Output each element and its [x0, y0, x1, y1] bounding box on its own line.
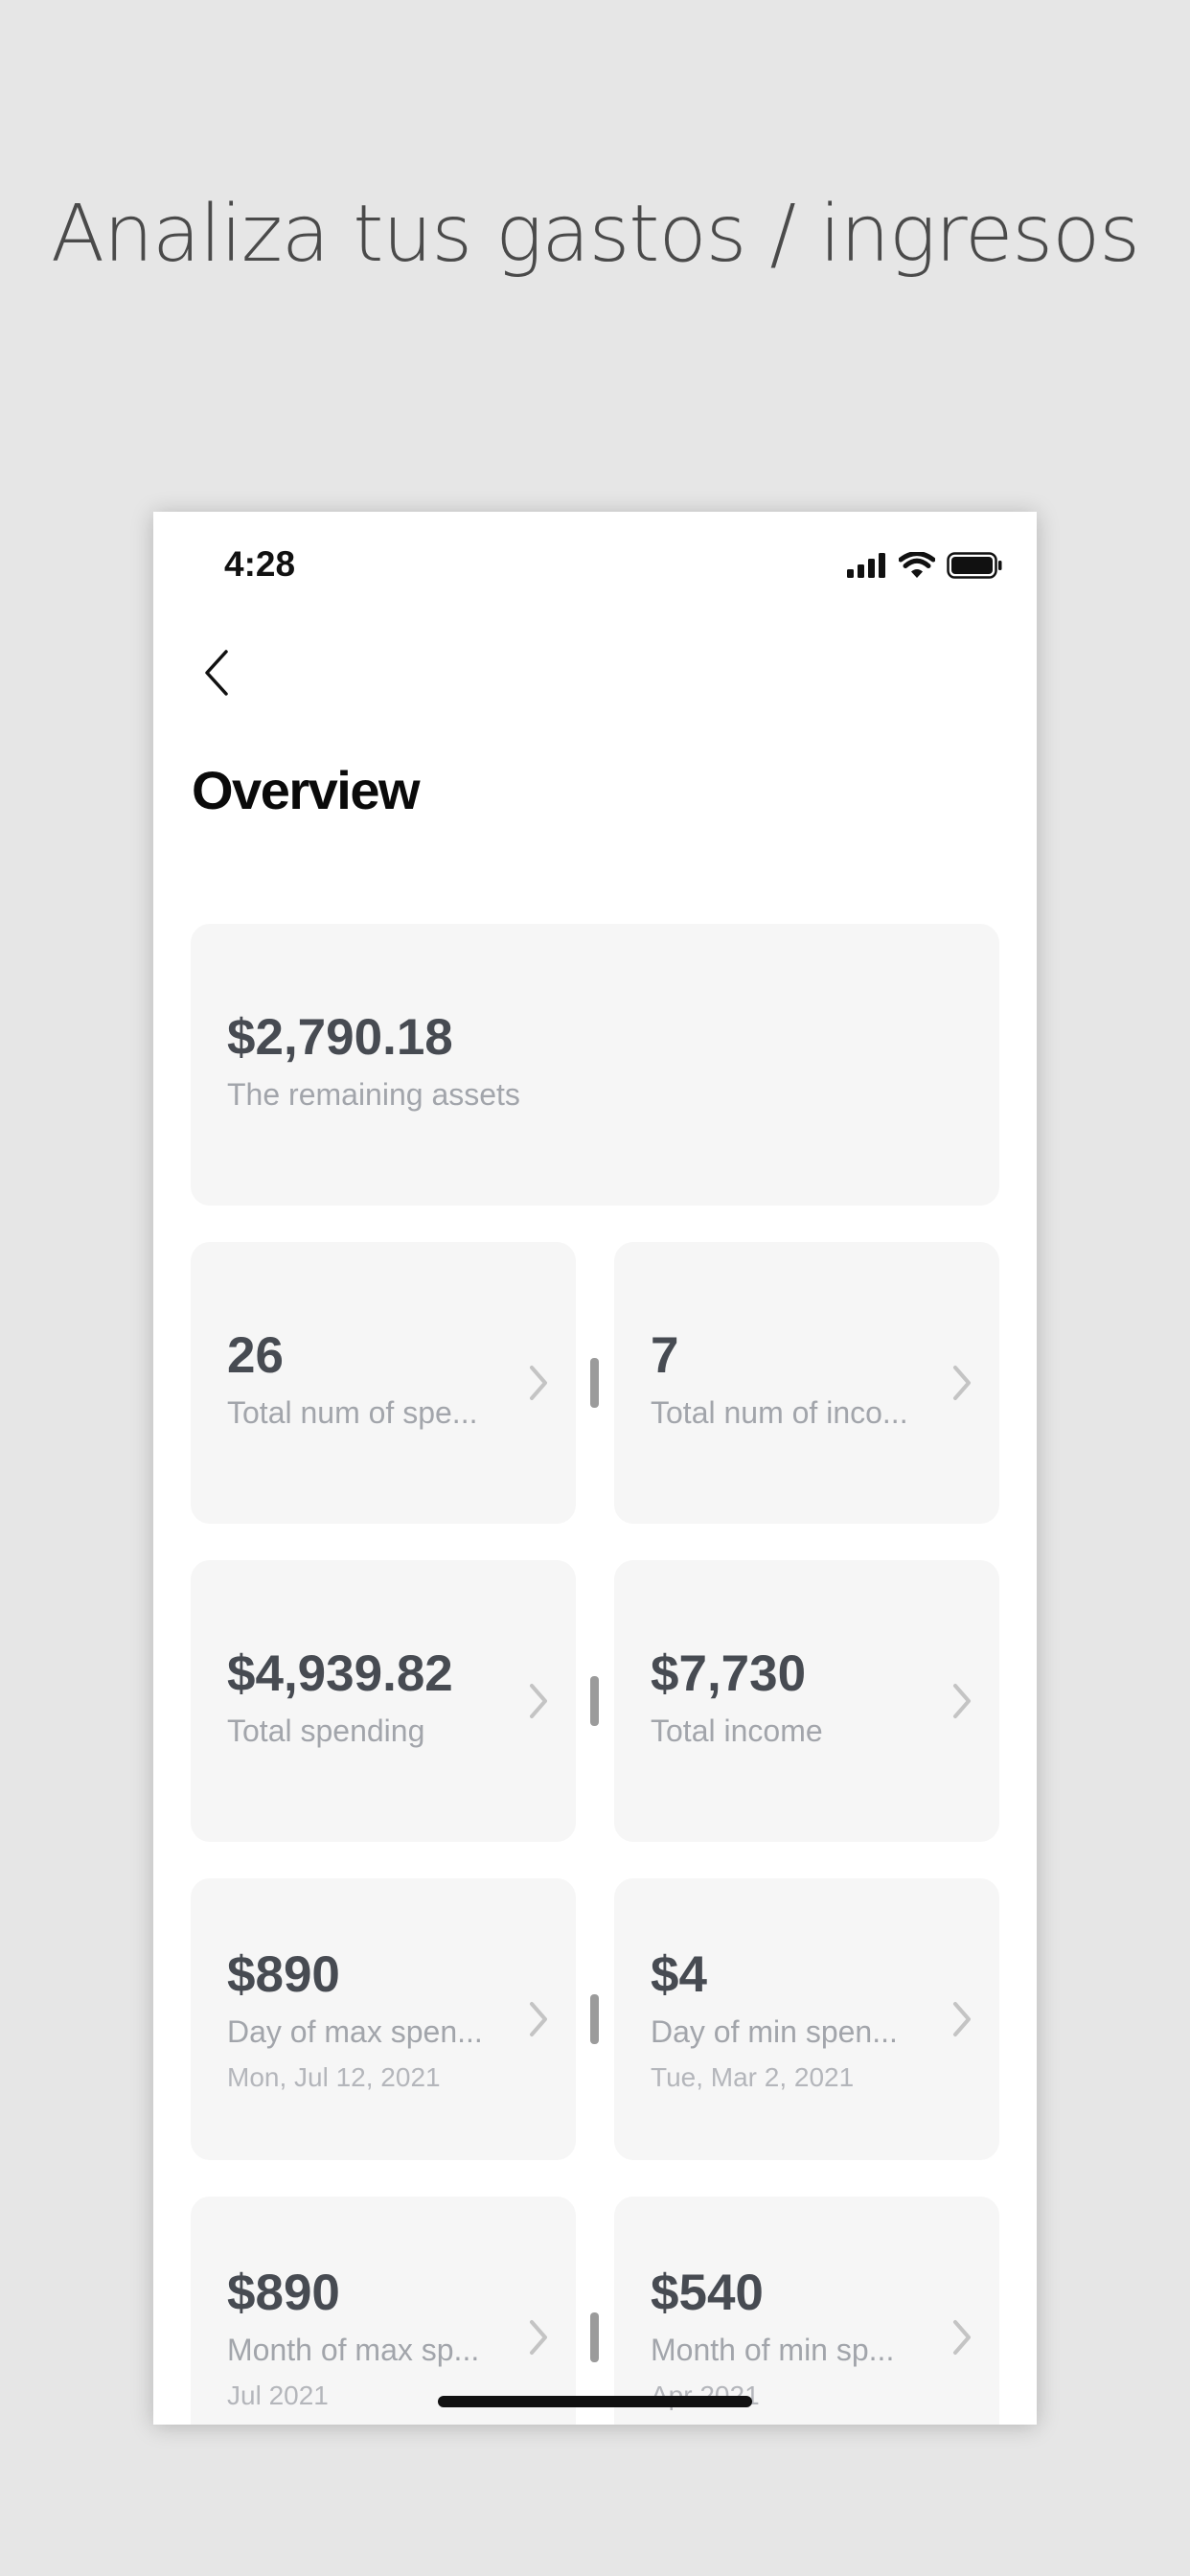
cellular-signal-icon — [847, 553, 885, 578]
card-date: Jul 2021 — [227, 2380, 329, 2410]
card-date: Tue, Mar 2, 2021 — [651, 2062, 855, 2092]
card-date: Mon, Jul 12, 2021 — [227, 2062, 441, 2092]
phone-screen: 4:28 Overview $2,790.18 The remaining as… — [153, 512, 1037, 2425]
drag-handle[interactable] — [590, 2312, 599, 2362]
chevron-right-icon — [953, 1366, 971, 1400]
card-value: $7,730 — [651, 1645, 807, 1702]
chevron-right-icon — [530, 1684, 547, 1718]
card-value: $890 — [227, 2265, 340, 2321]
remaining-assets-label: The remaining assets — [227, 1077, 520, 1112]
page-title: Overview — [192, 760, 421, 820]
back-button[interactable] — [188, 638, 245, 707]
wifi-icon — [899, 552, 935, 578]
card-value: $4,939.82 — [227, 1645, 453, 1702]
card-value: 26 — [227, 1327, 284, 1384]
card-label: Total num of spe... — [227, 1395, 478, 1430]
chevron-left-icon — [205, 650, 228, 696]
total-income-count-card[interactable]: 7 Total num of inco... — [614, 1242, 999, 1524]
drag-handle[interactable] — [590, 1358, 599, 1408]
status-bar: 4:28 — [153, 512, 1037, 617]
chevron-right-icon — [953, 2002, 971, 2036]
total-income-card[interactable]: $7,730 Total income — [614, 1560, 999, 1842]
chevron-right-icon — [530, 1366, 547, 1400]
card-label: Total num of inco... — [651, 1395, 908, 1430]
month-min-spending-card[interactable]: $540 Month of min sp... Apr 2021 — [614, 2196, 999, 2425]
card-value: $4 — [651, 1946, 707, 2003]
card-value: $540 — [651, 2265, 764, 2321]
day-min-spending-card[interactable]: $4 Day of min spen... Tue, Mar 2, 2021 — [614, 1878, 999, 2160]
month-max-spending-card[interactable]: $890 Month of max sp... Jul 2021 — [191, 2196, 576, 2425]
chevron-right-icon — [530, 2320, 547, 2355]
drag-handle[interactable] — [590, 1676, 599, 1726]
drag-handle[interactable] — [590, 1994, 599, 2044]
promo-headline: Analiza tus gastos / ingresos — [50, 189, 1140, 280]
remaining-assets-card[interactable]: $2,790.18 The remaining assets — [191, 924, 999, 1206]
status-icons — [847, 552, 1002, 579]
card-label: Total spending — [227, 1714, 425, 1748]
day-max-spending-card[interactable]: $890 Day of max spen... Mon, Jul 12, 202… — [191, 1878, 576, 2160]
chevron-right-icon — [953, 1684, 971, 1718]
card-label: Day of min spen... — [651, 2014, 898, 2049]
home-indicator[interactable] — [438, 2396, 752, 2407]
card-label: Month of max sp... — [227, 2333, 480, 2367]
total-spending-card[interactable]: $4,939.82 Total spending — [191, 1560, 576, 1842]
card-value: $890 — [227, 1946, 340, 2003]
chevron-right-icon — [953, 2320, 971, 2355]
card-label: Day of max spen... — [227, 2014, 483, 2049]
battery-icon — [947, 552, 1002, 579]
remaining-assets-value: $2,790.18 — [227, 1009, 453, 1066]
chevron-right-icon — [530, 2002, 547, 2036]
card-value: 7 — [651, 1327, 679, 1384]
total-spending-count-card[interactable]: 26 Total num of spe... — [191, 1242, 576, 1524]
status-time: 4:28 — [224, 544, 296, 584]
card-label: Month of min sp... — [651, 2333, 895, 2367]
card-label: Total income — [651, 1714, 823, 1748]
